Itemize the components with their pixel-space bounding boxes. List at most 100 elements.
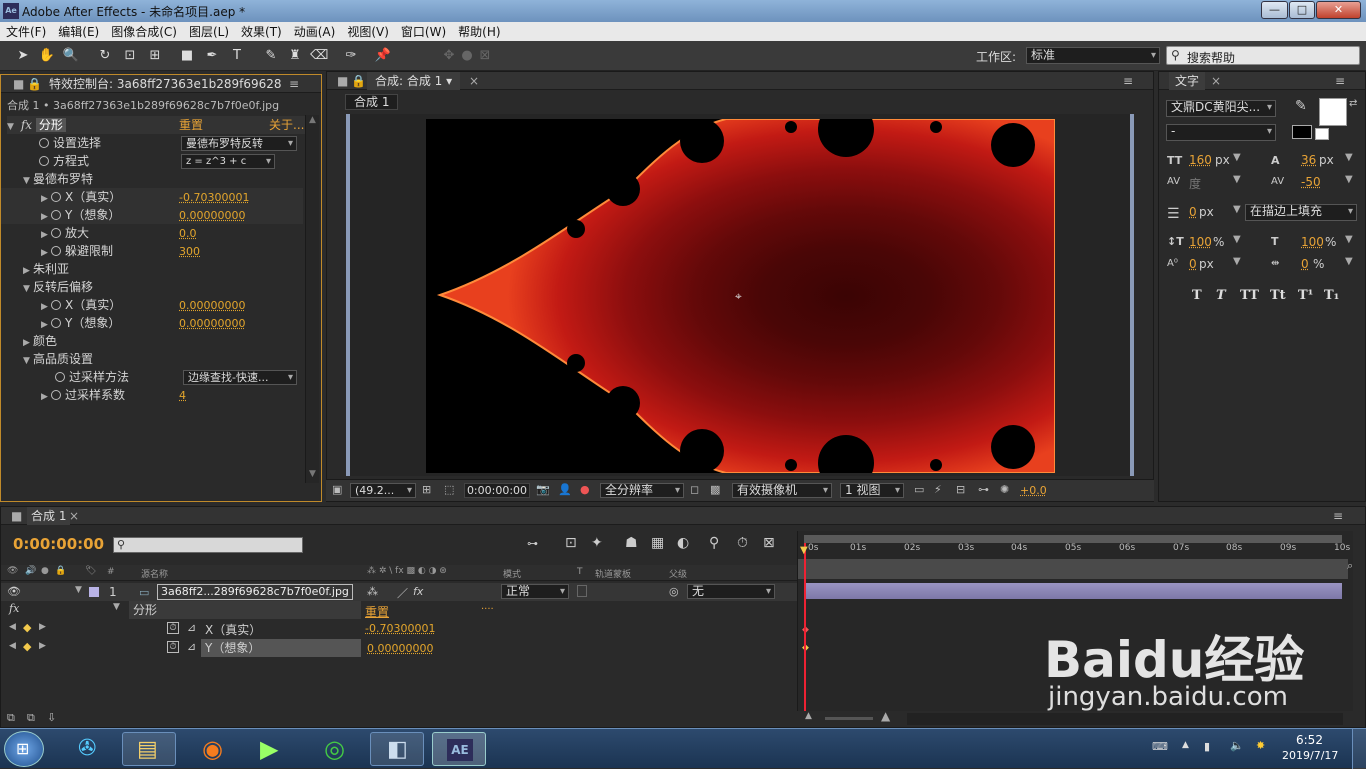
blend-mode-dropdown[interactable]: 正常 — [501, 584, 569, 599]
timeline-timecode[interactable]: 0:00:00:00 — [13, 535, 104, 553]
viewer-timecode[interactable]: 0:00:00:00 — [464, 483, 530, 498]
minimize-button[interactable]: — — [1261, 1, 1288, 19]
layer-row[interactable]: 👁 ▼ 1 ▭ 3a68ff2...289f69628c7b7f0e0f.jpg… — [1, 583, 797, 601]
video-toggle-icon[interactable]: 👁 — [7, 566, 18, 576]
toggle-switches-icon[interactable]: ⇩ — [47, 711, 56, 724]
label-tag-icon[interactable]: 🏷 — [85, 566, 96, 576]
channel-icon[interactable]: ● — [580, 483, 590, 496]
inverse-offset-group[interactable]: ▼ 反转后偏移 — [23, 278, 93, 296]
stopwatch-icon[interactable]: ⏱ — [167, 622, 179, 634]
taskbar-notepad-icon[interactable]: ◧ — [370, 732, 424, 766]
hand-tool-icon[interactable]: ✋ — [38, 47, 56, 65]
views-dropdown[interactable]: 1 视图 — [840, 483, 904, 498]
stopwatch-icon[interactable] — [51, 228, 61, 238]
vertical-scale-dropdown-icon[interactable]: ▼ — [1233, 234, 1241, 245]
character-tab[interactable]: 文字 — [1169, 72, 1206, 90]
graph-editor-icon[interactable]: ⊠ — [763, 535, 775, 551]
oversample-factor-value[interactable]: 4 — [179, 389, 186, 402]
taskbar-firefox-icon[interactable]: ◉ — [186, 732, 240, 766]
superscript-button[interactable]: T¹ — [1298, 288, 1313, 303]
timeline-search-input[interactable]: ⚲ — [113, 537, 303, 553]
eraser-tool-icon[interactable]: ⌫ — [310, 47, 328, 65]
panel-menu-icon[interactable]: ≡ — [1333, 507, 1343, 525]
playhead-icon[interactable]: ▼ — [800, 545, 808, 556]
taskbar-explorer-icon[interactable]: ▤ — [122, 732, 176, 766]
eyedropper-icon[interactable]: ✎ — [1295, 98, 1307, 114]
comp-mini-flowchart-icon[interactable]: ⧉ — [7, 711, 15, 725]
prev-keyframe-icon[interactable]: ◀ — [9, 641, 16, 651]
keyframe-toggle-icon[interactable]: ◆ — [23, 621, 31, 634]
kerning-value[interactable]: 度 — [1189, 175, 1201, 192]
layer-name[interactable]: 3a68ff2...289f69628c7b7f0e0f.jpg — [157, 584, 353, 600]
pick-whip-icon[interactable]: ◎ — [669, 585, 679, 598]
layer-expand-icon[interactable]: ▼ — [75, 585, 82, 595]
snapshot-icon[interactable]: 📷 — [536, 483, 550, 496]
menu-edit[interactable]: 编辑(E) — [58, 23, 99, 40]
effect-switch-icon[interactable]: fx — [413, 585, 423, 598]
parent-dropdown[interactable]: 无 — [687, 584, 775, 599]
taskbar-media-app-icon[interactable]: ▶ — [246, 732, 300, 766]
axis-view-icon[interactable]: ⊠ — [476, 47, 494, 65]
camera-dropdown[interactable]: 有效摄像机 — [732, 483, 832, 498]
lock-icon[interactable]: 🔒 — [27, 75, 42, 93]
transparency-grid-icon[interactable]: ▩ — [710, 483, 720, 496]
prev-keyframe-icon[interactable]: ◀ — [9, 622, 16, 632]
lock-toggle-icon[interactable]: 🔒 — [55, 566, 66, 576]
hide-shy-icon[interactable]: ☗ — [625, 535, 638, 551]
current-time-indicator[interactable] — [804, 543, 806, 711]
keyboard-tray-icon[interactable]: ⌨ — [1152, 740, 1168, 753]
show-snapshot-icon[interactable]: 👤 — [558, 483, 572, 496]
toggle-render-icon[interactable]: ⧉ — [27, 711, 35, 725]
panel-close-icon[interactable]: ■ — [11, 507, 22, 525]
power-tray-icon[interactable]: ▮ — [1204, 740, 1210, 753]
tab-close-icon[interactable]: × — [1211, 72, 1221, 90]
effect-expand-icon[interactable]: ▼ — [113, 602, 120, 612]
solo-toggle-icon[interactable]: ● — [41, 566, 49, 576]
oversample-method-dropdown[interactable]: 边缘查找-快速... — [183, 370, 297, 385]
timeline-effect-more[interactable]: .... — [481, 601, 494, 612]
rectangle-tool-icon[interactable]: ■ — [178, 47, 196, 65]
clone-stamp-tool-icon[interactable]: ♜ — [286, 47, 304, 65]
axis-local-icon[interactable]: ✥ — [440, 47, 458, 65]
camera-tool-icon[interactable]: ⊡ — [121, 47, 139, 65]
fast-previews-icon[interactable]: ⚡ — [934, 483, 942, 496]
exposure-value[interactable]: +0.0 — [1020, 484, 1047, 497]
faux-bold-button[interactable]: T — [1192, 288, 1202, 303]
panel-menu-icon[interactable]: ≡ — [289, 75, 299, 93]
prop-y-value[interactable]: 0.00000000 — [367, 642, 433, 655]
panel-menu-icon[interactable]: ≡ — [1335, 72, 1345, 90]
type-tool-icon[interactable]: T — [228, 47, 246, 65]
faux-italic-button[interactable]: T — [1216, 288, 1226, 303]
quality-switch-icon[interactable]: ／ — [397, 585, 408, 601]
horizontal-scale-value[interactable]: 100 — [1301, 235, 1324, 249]
preserve-transparency-checkbox[interactable] — [577, 585, 587, 597]
scroll-up-icon[interactable]: ▲ — [309, 115, 316, 125]
x-real-value[interactable]: -0.70300001 — [179, 191, 249, 204]
mask-visibility-icon[interactable]: ⬚ — [444, 483, 454, 496]
stopwatch-icon[interactable] — [51, 192, 61, 202]
timeline-effect-reset[interactable]: 重置 — [365, 603, 389, 620]
brush-tool-icon[interactable]: ✎ — [262, 47, 280, 65]
taskbar-media-player-icon[interactable]: ✇ — [62, 732, 116, 766]
stopwatch-icon[interactable] — [51, 210, 61, 220]
menu-animation[interactable]: 动画(A) — [294, 23, 336, 40]
live-update-icon[interactable]: ⊡ — [565, 535, 577, 551]
close-button[interactable]: ✕ — [1316, 1, 1361, 19]
stopwatch-icon[interactable]: ⏱ — [167, 641, 179, 653]
small-caps-button[interactable]: Tt — [1270, 288, 1286, 303]
layer-visibility-icon[interactable]: 👁 — [7, 585, 21, 598]
taskbar-browser-icon[interactable]: ◎ — [308, 732, 362, 766]
subscript-button[interactable]: T₁ — [1324, 288, 1339, 303]
menu-layer[interactable]: 图层(L) — [189, 23, 229, 40]
effects-scrollbar[interactable]: ▲ ▼ — [305, 115, 319, 483]
timeline-zoom-icon[interactable]: ⌕ — [1347, 559, 1353, 573]
lock-icon[interactable]: 🔒 — [351, 72, 366, 90]
baseline-shift-value[interactable]: 0 — [1189, 257, 1197, 271]
prop-x-value[interactable]: -0.70300001 — [365, 622, 435, 635]
no-color-swatch[interactable] — [1315, 128, 1329, 140]
menu-composition[interactable]: 图像合成(C) — [111, 23, 177, 40]
network-tray-icon[interactable]: ✸ — [1256, 739, 1265, 752]
font-size-dropdown-icon[interactable]: ▼ — [1233, 152, 1241, 163]
menu-effect[interactable]: 效果(T) — [241, 23, 282, 40]
comp-flowchart-icon[interactable]: ⊶ — [527, 537, 538, 550]
